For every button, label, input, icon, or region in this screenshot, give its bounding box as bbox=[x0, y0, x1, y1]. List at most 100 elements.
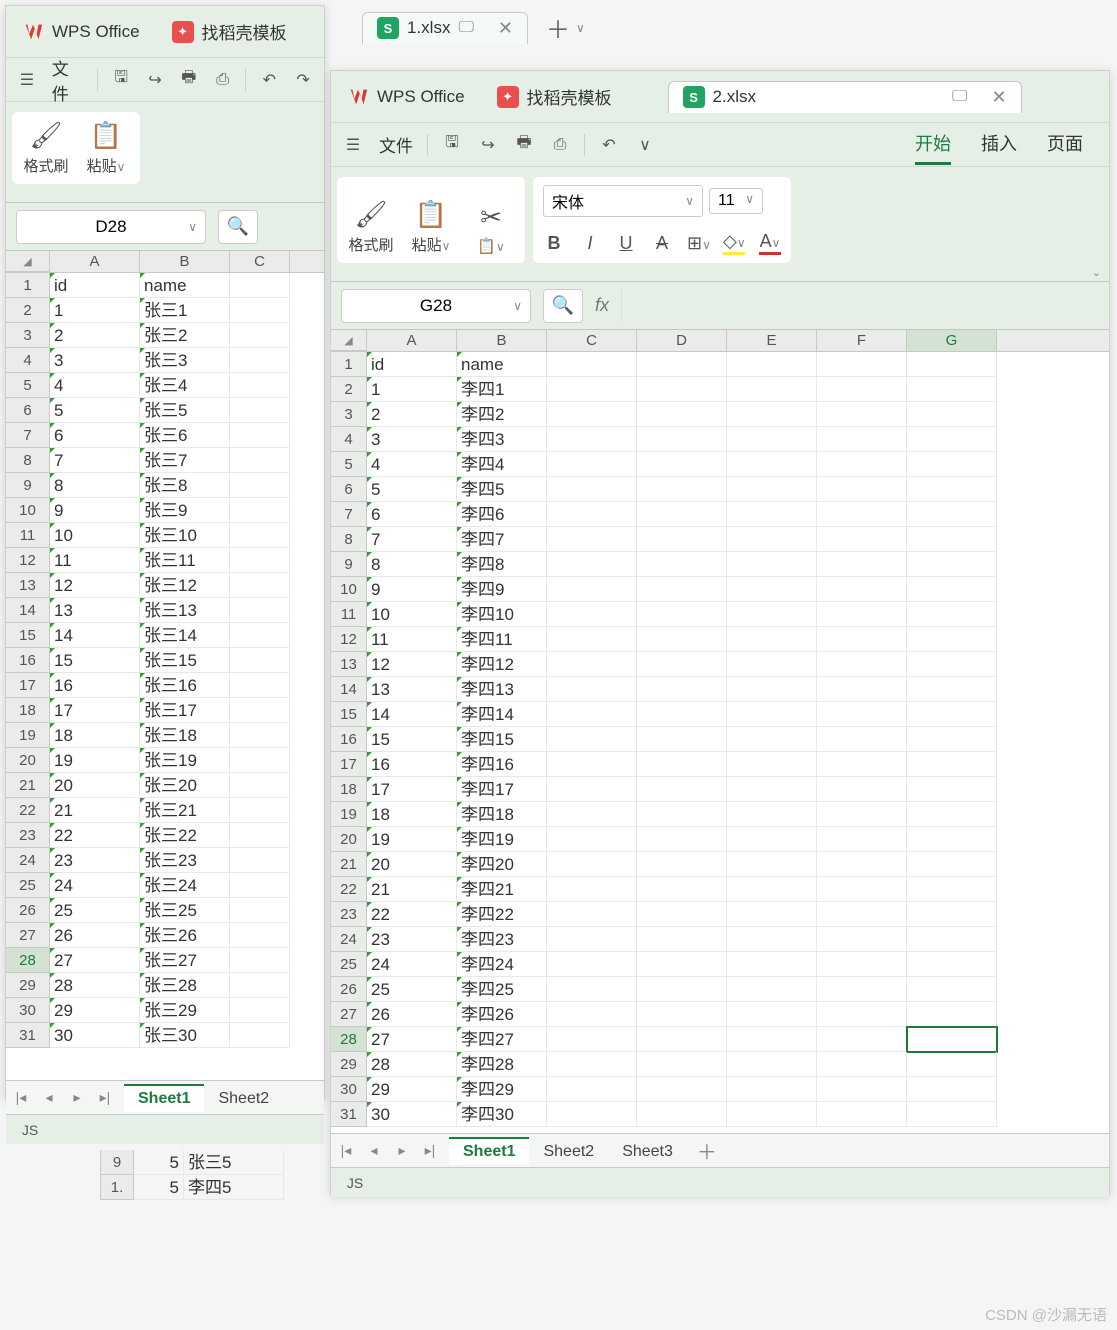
border-button[interactable]: ⊞∨ bbox=[687, 233, 709, 254]
cell[interactable]: 19 bbox=[50, 748, 140, 773]
cell[interactable] bbox=[637, 1027, 727, 1052]
cell[interactable]: 张三12 bbox=[140, 573, 230, 598]
cell[interactable]: 李四30 bbox=[457, 1102, 547, 1127]
row-header[interactable]: 27 bbox=[6, 923, 50, 948]
cell[interactable]: 16 bbox=[367, 752, 457, 777]
cell[interactable] bbox=[230, 598, 290, 623]
row-header[interactable]: 3 bbox=[331, 402, 367, 427]
cell[interactable] bbox=[637, 602, 727, 627]
cell[interactable] bbox=[817, 527, 907, 552]
row-header[interactable]: 25 bbox=[6, 873, 50, 898]
cell[interactable]: 李四12 bbox=[457, 652, 547, 677]
cell[interactable]: 李四19 bbox=[457, 827, 547, 852]
row-header[interactable]: 29 bbox=[6, 973, 50, 998]
cell[interactable] bbox=[907, 552, 997, 577]
cell[interactable]: 李四18 bbox=[457, 802, 547, 827]
cell[interactable] bbox=[817, 702, 907, 727]
cell[interactable] bbox=[230, 923, 290, 948]
cell[interactable] bbox=[547, 652, 637, 677]
row-header[interactable]: 18 bbox=[6, 698, 50, 723]
cell[interactable] bbox=[547, 427, 637, 452]
cell[interactable]: 李四22 bbox=[457, 902, 547, 927]
cell[interactable]: 李四6 bbox=[457, 502, 547, 527]
tab-templates[interactable]: ✦ 找稻壳模板 bbox=[158, 16, 301, 48]
cell[interactable]: 李四29 bbox=[457, 1077, 547, 1102]
cell[interactable]: 张三9 bbox=[140, 498, 230, 523]
cell[interactable]: 18 bbox=[50, 723, 140, 748]
cell[interactable] bbox=[547, 852, 637, 877]
cell[interactable] bbox=[907, 677, 997, 702]
cell[interactable]: 9 bbox=[50, 498, 140, 523]
cell[interactable] bbox=[547, 352, 637, 377]
cell[interactable]: 李四1 bbox=[457, 377, 547, 402]
zoom-button[interactable]: 🔍 bbox=[218, 210, 258, 244]
col-header-E[interactable]: E bbox=[727, 330, 817, 351]
cell[interactable]: 15 bbox=[367, 727, 457, 752]
cell[interactable]: 张三1 bbox=[140, 298, 230, 323]
row-header[interactable]: 22 bbox=[331, 877, 367, 902]
cell[interactable] bbox=[727, 702, 817, 727]
row-header[interactable]: 10 bbox=[331, 577, 367, 602]
nav-next-icon[interactable]: ▸ bbox=[393, 1142, 411, 1159]
cell[interactable] bbox=[230, 448, 290, 473]
cell[interactable] bbox=[637, 527, 727, 552]
cell[interactable] bbox=[230, 623, 290, 648]
cell[interactable] bbox=[637, 427, 727, 452]
cell[interactable] bbox=[817, 1102, 907, 1127]
cell[interactable] bbox=[907, 827, 997, 852]
row-header[interactable]: 16 bbox=[331, 727, 367, 752]
cell[interactable]: 张三22 bbox=[140, 823, 230, 848]
row-header[interactable]: 11 bbox=[331, 602, 367, 627]
save-icon[interactable]: 🖫 bbox=[436, 129, 468, 161]
cell[interactable] bbox=[817, 627, 907, 652]
undo-icon[interactable]: ↶ bbox=[593, 129, 625, 161]
cell[interactable] bbox=[637, 377, 727, 402]
cell[interactable] bbox=[547, 1052, 637, 1077]
script-icon[interactable]: JS bbox=[14, 1114, 46, 1146]
cell[interactable] bbox=[817, 852, 907, 877]
cell[interactable]: 11 bbox=[50, 548, 140, 573]
cell[interactable] bbox=[727, 377, 817, 402]
cell[interactable] bbox=[547, 1027, 637, 1052]
cell[interactable] bbox=[637, 452, 727, 477]
cell[interactable] bbox=[230, 373, 290, 398]
cell[interactable] bbox=[547, 527, 637, 552]
cell[interactable]: 李四4 bbox=[457, 452, 547, 477]
cell[interactable] bbox=[230, 273, 290, 298]
row-header[interactable]: 6 bbox=[331, 477, 367, 502]
cell[interactable]: 29 bbox=[367, 1077, 457, 1102]
cell[interactable] bbox=[230, 673, 290, 698]
cell[interactable]: 6 bbox=[367, 502, 457, 527]
tab-start[interactable]: 开始 bbox=[915, 124, 951, 165]
cell[interactable] bbox=[547, 702, 637, 727]
row-header[interactable]: 11 bbox=[6, 523, 50, 548]
row-header[interactable]: 10 bbox=[6, 498, 50, 523]
cell[interactable]: 1 bbox=[50, 298, 140, 323]
cell[interactable]: 张三18 bbox=[140, 723, 230, 748]
row-header[interactable]: 9 bbox=[6, 473, 50, 498]
cell[interactable] bbox=[637, 1002, 727, 1027]
cell[interactable] bbox=[637, 702, 727, 727]
cell[interactable] bbox=[907, 502, 997, 527]
row-header[interactable]: 23 bbox=[331, 902, 367, 927]
cell[interactable]: 26 bbox=[50, 923, 140, 948]
sheet-tab[interactable]: Sheet1 bbox=[124, 1084, 204, 1112]
format-painter-button[interactable]: 🖌 格式刷 bbox=[22, 120, 70, 176]
row-header[interactable]: 3 bbox=[6, 323, 50, 348]
cell[interactable] bbox=[907, 1102, 997, 1127]
cell[interactable]: 张三20 bbox=[140, 773, 230, 798]
print-icon[interactable]: 🖶 bbox=[174, 64, 204, 96]
cell[interactable] bbox=[547, 377, 637, 402]
cell[interactable]: 张三26 bbox=[140, 923, 230, 948]
cell[interactable]: 16 bbox=[50, 673, 140, 698]
row-header[interactable]: 5 bbox=[6, 373, 50, 398]
cell[interactable]: 李四11 bbox=[457, 627, 547, 652]
cell[interactable] bbox=[817, 602, 907, 627]
cell[interactable] bbox=[727, 652, 817, 677]
cell[interactable] bbox=[547, 602, 637, 627]
cell[interactable] bbox=[547, 802, 637, 827]
cell[interactable]: 14 bbox=[50, 623, 140, 648]
row-header[interactable]: 2 bbox=[331, 377, 367, 402]
row-header[interactable]: 19 bbox=[6, 723, 50, 748]
cell[interactable] bbox=[817, 427, 907, 452]
